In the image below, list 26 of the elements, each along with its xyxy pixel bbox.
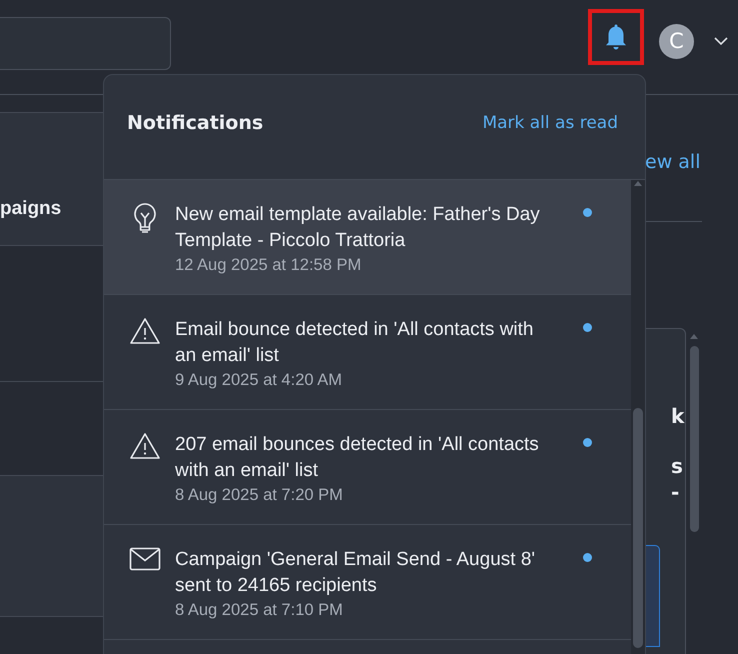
panel-title: Notifications bbox=[127, 112, 264, 134]
card-title: paigns bbox=[0, 198, 62, 220]
notification-time: 12 Aug 2025 at 12:58 PM bbox=[175, 255, 362, 276]
notification-time: 8 Aug 2025 at 7:10 PM bbox=[175, 600, 344, 621]
envelope-icon bbox=[128, 547, 160, 571]
view-all-link[interactable]: ew all bbox=[645, 151, 705, 173]
bell-icon[interactable] bbox=[604, 23, 628, 51]
notification-time: 9 Aug 2025 at 4:20 AM bbox=[175, 370, 343, 391]
notification-text: Email bounce detected in 'All contacts with an email' list bbox=[175, 318, 534, 368]
chevron-down-icon[interactable] bbox=[714, 37, 728, 45]
notification-item[interactable]: New email template available: Father's Day Template - Piccolo Trattoria 12 Aug 2025 at 12:58 PM bbox=[104, 180, 631, 295]
notification-time: 8 Aug 2025 at 7:20 PM bbox=[175, 485, 344, 506]
warning-icon bbox=[128, 317, 160, 345]
scrollbar[interactable] bbox=[631, 180, 645, 654]
card-text: s bbox=[671, 453, 684, 479]
card-text: - bbox=[671, 479, 680, 505]
search-field[interactable] bbox=[0, 16, 171, 70]
scroll-up-arrow-icon[interactable] bbox=[633, 180, 643, 187]
warning-icon bbox=[128, 432, 160, 460]
notification-text: Campaign 'General Email Send - August 8' sent to 24165 recipients bbox=[175, 548, 536, 598]
scroll-up-arrow-icon[interactable] bbox=[689, 333, 699, 340]
card-text: k bbox=[671, 403, 685, 429]
mark-all-read-link[interactable]: Mark all as read bbox=[482, 113, 618, 133]
button[interactable] bbox=[645, 545, 660, 647]
notification-text: New email template available: Father's Day Template - Piccolo Trattoria bbox=[175, 203, 541, 253]
notification-text: 207 email bounces detected in 'All contacts with an email' list bbox=[175, 433, 540, 483]
